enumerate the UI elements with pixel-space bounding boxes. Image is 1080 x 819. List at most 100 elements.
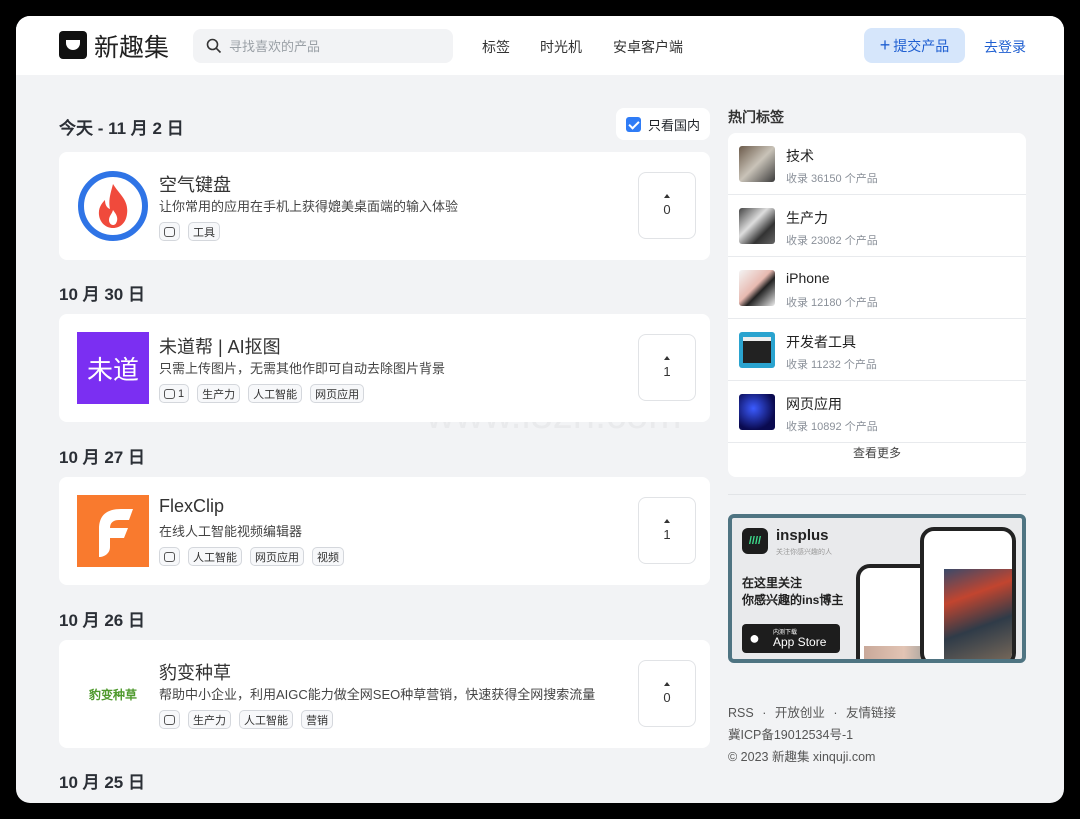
- tag-count: 收录 10892 个产品: [786, 421, 878, 433]
- login-link[interactable]: 去登录: [984, 37, 1026, 57]
- vote-count: 1: [663, 527, 671, 542]
- nav-time-machine[interactable]: 时光机: [540, 37, 582, 57]
- rss-link[interactable]: RSS: [728, 706, 754, 720]
- hot-tag-item[interactable]: 网页应用收录 10892 个产品: [728, 381, 1026, 443]
- tag-name: 技术: [786, 148, 814, 164]
- comment-count: 1: [178, 387, 185, 400]
- apple-icon: ●: [749, 628, 760, 648]
- divider: [728, 494, 1026, 495]
- tag-name: 开发者工具: [786, 334, 856, 350]
- date-heading: 今天 - 11 月 2 日: [59, 119, 184, 138]
- comments-button[interactable]: 1: [159, 384, 190, 403]
- logo-text[interactable]: 新趣集: [94, 28, 169, 64]
- hot-tag-item[interactable]: iPhone 收录 12180 个产品: [728, 257, 1026, 319]
- tag[interactable]: 网页应用: [250, 547, 304, 566]
- search-input[interactable]: [229, 29, 439, 63]
- product-card[interactable]: 豹变种草 豹变种草 帮助中小企业，利用AIGC能力做全网SEO种草营销，快速获得…: [59, 640, 710, 748]
- tag-count: 收录 36150 个产品: [786, 173, 878, 185]
- comments-button[interactable]: [159, 710, 180, 729]
- comment-icon: [164, 714, 175, 725]
- tag[interactable]: 生产力: [197, 384, 241, 403]
- tag[interactable]: 视频: [312, 547, 344, 566]
- nav-tags[interactable]: 标签: [482, 37, 510, 57]
- copyright: © 2023 新趣集 xinquji.com: [728, 750, 876, 764]
- open-startup-link[interactable]: 开放创业: [775, 706, 825, 720]
- view-more-link[interactable]: 查看更多: [728, 444, 1026, 461]
- separator: ·: [833, 706, 838, 720]
- upvote-button[interactable]: 1: [638, 497, 696, 564]
- logo-icon[interactable]: [59, 31, 87, 59]
- vote-count: 0: [663, 202, 671, 217]
- tag-name: 网页应用: [786, 396, 842, 412]
- nav-android-client[interactable]: 安卓客户端: [613, 37, 683, 57]
- tag-name: 生产力: [786, 210, 828, 226]
- comment-icon: [164, 388, 175, 399]
- hot-tag-item[interactable]: 开发者工具 收录 11232 个产品: [728, 319, 1026, 381]
- hot-tags-title: 热门标签: [728, 109, 784, 125]
- tag-name: iPhone: [786, 270, 830, 286]
- vote-count: 0: [663, 690, 671, 705]
- tag-image-iphone: [739, 270, 775, 306]
- comment-icon: [164, 551, 175, 562]
- plus-icon: +: [879, 35, 891, 55]
- tag[interactable]: 人工智能: [188, 547, 242, 566]
- tag[interactable]: 人工智能: [239, 710, 293, 729]
- search-box[interactable]: [193, 29, 453, 63]
- hot-tag-item[interactable]: 技术收录 36150 个产品: [728, 133, 1026, 195]
- tag-count: 收录 12180 个产品: [786, 297, 878, 309]
- product-logo: 豹变种草: [88, 687, 137, 702]
- tag-count: 收录 23082 个产品: [786, 235, 878, 247]
- product-card[interactable]: 空气键盘 让你常用的应用在手机上获得媲美桌面端的输入体验 工具 0: [59, 152, 710, 260]
- product-desc: 只需上传图片，无需其他作即可自动去除图片背景: [159, 361, 446, 376]
- submit-product-button[interactable]: + 提交产品: [864, 28, 965, 63]
- phone-mockup: [920, 527, 1016, 659]
- icp-link[interactable]: 冀ICP备19012534号-1: [728, 724, 853, 743]
- store-text: App Store: [773, 635, 827, 649]
- filter-label: 只看国内: [648, 117, 701, 133]
- domestic-only-filter[interactable]: 只看国内: [616, 108, 710, 140]
- product-card[interactable]: FlexClip 在线人工智能视频编辑器 人工智能 网页应用 视频 1: [59, 477, 710, 585]
- product-desc: 让你常用的应用在手机上获得媲美桌面端的输入体验: [159, 199, 459, 214]
- product-title[interactable]: 豹变种草: [159, 659, 231, 685]
- hot-tag-item[interactable]: 生产力收录 23082 个产品: [728, 195, 1026, 257]
- header: 新趣集 标签 时光机 安卓客户端 +提交产品 去登录: [16, 16, 1064, 75]
- tag[interactable]: 生产力: [188, 710, 231, 729]
- browser-page: 新趣集 标签 时光机 安卓客户端 +提交产品 去登录 i3综合社区www.i3z…: [16, 16, 1064, 803]
- ad-slogan: 关注你感兴趣的人: [776, 549, 832, 556]
- comments-button[interactable]: [159, 547, 180, 566]
- product-title[interactable]: 未道帮 | AI抠图: [159, 333, 281, 359]
- upvote-icon: [664, 356, 670, 360]
- product-card[interactable]: 未道 未道帮 | AI抠图 只需上传图片，无需其他作即可自动去除图片背景 1 生产…: [59, 314, 710, 422]
- checkbox-checked[interactable]: [626, 116, 641, 132]
- vote-count: 1: [663, 364, 671, 379]
- friend-links-link[interactable]: 友情链接: [846, 706, 896, 720]
- product-logo: 未道: [77, 332, 149, 404]
- insplus-logo-icon: ////: [742, 528, 768, 554]
- tag[interactable]: 工具: [188, 222, 220, 241]
- footer-links: RSS · 开放创业 · 友情链接: [728, 702, 896, 721]
- search-icon: [206, 38, 222, 54]
- date-heading: 10 月 30 日: [59, 285, 145, 304]
- upvote-button[interactable]: 0: [638, 660, 696, 727]
- ad-brand: insplus: [776, 527, 829, 544]
- product-desc: 在线人工智能视频编辑器: [159, 524, 303, 539]
- insplus-ad-banner[interactable]: //// insplus 关注你感兴趣的人 在这里关注 你感兴趣的ins博主 ●…: [728, 514, 1026, 663]
- date-heading: 10 月 26 日: [59, 611, 145, 630]
- product-title[interactable]: FlexClip: [159, 496, 224, 517]
- comment-icon: [164, 226, 175, 237]
- tag-image-productivity: [739, 208, 775, 244]
- tag[interactable]: 网页应用: [310, 384, 365, 403]
- comments-button[interactable]: [159, 222, 180, 241]
- app-store-button[interactable]: ● 内测下载 App Store: [742, 624, 840, 653]
- upvote-button[interactable]: 1: [638, 334, 696, 401]
- ad-headline: 你感兴趣的ins博主: [742, 593, 844, 607]
- date-heading: 10 月 27 日: [59, 448, 145, 467]
- upvote-icon: [664, 519, 670, 523]
- tag[interactable]: 人工智能: [248, 384, 303, 403]
- tag[interactable]: 营销: [301, 710, 333, 729]
- tag-image-tech: [739, 146, 775, 182]
- upvote-button[interactable]: 0: [638, 172, 696, 239]
- date-heading: 10 月 25 日: [59, 773, 145, 792]
- product-logo-f: [77, 495, 149, 567]
- product-title[interactable]: 空气键盘: [159, 171, 231, 197]
